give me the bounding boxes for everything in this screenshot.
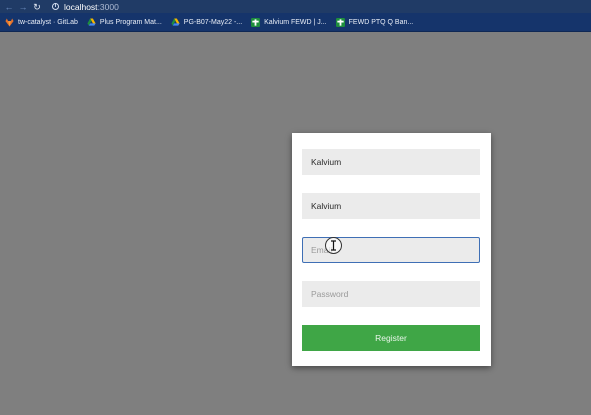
bookmarks-bar: tw-catalyst · GitLab Plus Program Mat...… xyxy=(0,13,591,32)
info-icon[interactable]: i xyxy=(52,3,59,10)
bookmark-label: Plus Program Mat... xyxy=(99,18,162,26)
drive-icon xyxy=(87,17,96,26)
bookmark-label: FEWD PTQ Q Ban... xyxy=(348,18,414,26)
password-input[interactable] xyxy=(302,281,480,307)
bookmark-gitlab[interactable]: tw-catalyst · GitLab xyxy=(5,13,78,32)
bookmark-kalvium-fewd[interactable]: Kalvium FEWD | J... xyxy=(251,13,327,32)
plus-icon xyxy=(335,17,345,27)
bookmark-fewd-ptq[interactable]: FEWD PTQ Q Ban... xyxy=(335,13,414,32)
text-cursor-icon xyxy=(325,237,342,254)
plus-icon xyxy=(251,17,261,27)
bookmark-label: Kalvium FEWD | J... xyxy=(264,18,327,26)
url-port: :3000 xyxy=(97,1,119,12)
url-host: localhost xyxy=(64,1,98,12)
drive-icon xyxy=(171,17,180,26)
bookmark-label: tw-catalyst · GitLab xyxy=(18,18,78,26)
browser-toolbar: ← → ↻ i localhost:3000 xyxy=(0,0,591,13)
first-name-input[interactable] xyxy=(302,149,480,175)
gitlab-icon xyxy=(5,17,14,27)
bookmark-label: PG-B07-May22 -... xyxy=(183,18,243,26)
address-bar[interactable]: i localhost:3000 xyxy=(52,0,119,13)
reload-icon[interactable]: ↻ xyxy=(32,2,42,12)
bookmark-plus-program[interactable]: Plus Program Mat... xyxy=(87,13,162,32)
bookmark-pg-b07[interactable]: PG-B07-May22 -... xyxy=(171,13,242,32)
last-name-input[interactable] xyxy=(302,193,480,219)
page-background: Register xyxy=(0,32,591,415)
back-arrow-icon[interactable]: ← xyxy=(4,2,14,12)
forward-arrow-icon[interactable]: → xyxy=(18,2,28,12)
register-form: Register xyxy=(292,133,491,366)
address-text: localhost:3000 xyxy=(64,2,119,12)
register-button[interactable]: Register xyxy=(302,325,480,351)
